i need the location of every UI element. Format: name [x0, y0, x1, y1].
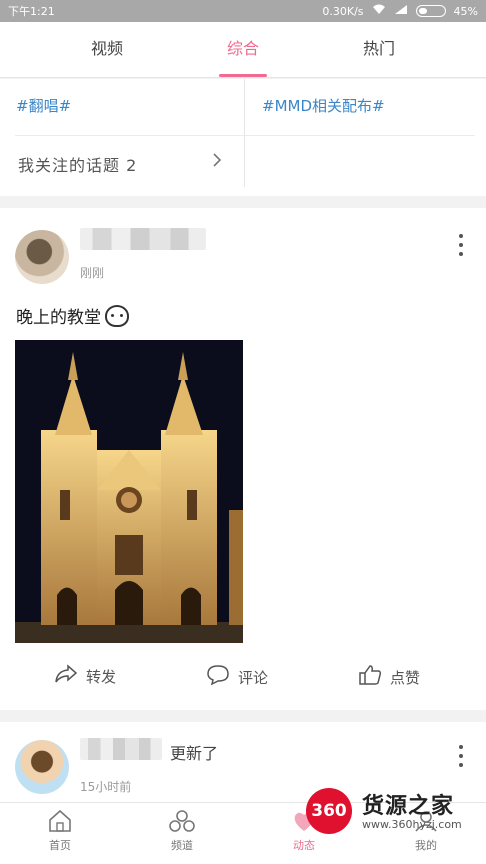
comment-button[interactable]: 评论: [206, 664, 268, 690]
watermark-url: www.360hyzj.com: [362, 818, 462, 831]
more-options-icon[interactable]: [455, 745, 467, 767]
topic-mmd[interactable]: #MMD相关配布#: [262, 95, 385, 116]
avatar[interactable]: [15, 230, 69, 284]
username-blurred[interactable]: [80, 228, 206, 250]
channel-icon: [152, 809, 212, 833]
signal-icon: [394, 4, 408, 18]
top-tabs: 视频 综合 热门: [0, 22, 486, 78]
topics-panel: #翻唱# #MMD相关配布# 我关注的话题 2: [0, 79, 486, 196]
post-time: 刚刚: [80, 266, 105, 280]
chevron-right-icon[interactable]: [212, 152, 222, 172]
nav-channel[interactable]: 频道: [152, 809, 212, 853]
post-time: 15小时前: [80, 780, 132, 794]
wifi-icon: [372, 4, 386, 18]
battery-icon: [415, 5, 446, 17]
share-label: 转发: [86, 667, 117, 686]
post-actions: 转发 评论 点赞: [0, 658, 486, 694]
topic-cover-singing[interactable]: #翻唱#: [16, 95, 71, 116]
post-text: 晚上的教堂: [16, 303, 129, 328]
status-time: 下午1:21: [8, 5, 55, 18]
comment-icon: [206, 664, 230, 690]
like-button[interactable]: 点赞: [358, 664, 420, 690]
home-icon: [30, 809, 90, 833]
battery-level: 45%: [453, 4, 478, 18]
nav-home[interactable]: 首页: [30, 809, 90, 853]
nav-channel-label: 频道: [171, 839, 193, 852]
topic-divider: [244, 79, 245, 187]
topic-divider-horizontal: [15, 135, 475, 136]
update-text: 更新了: [170, 744, 219, 763]
share-icon: [54, 664, 78, 688]
status-indicators: 0.30K/s 45%: [322, 4, 478, 18]
nav-home-label: 首页: [49, 839, 71, 852]
tab-video[interactable]: 视频: [39, 22, 175, 77]
network-speed: 0.30K/s: [322, 4, 364, 18]
thumbs-up-icon: [358, 664, 382, 690]
watermark: 360 货源之家 www.360hyzj.com: [306, 786, 486, 836]
watermark-title: 货源之家: [362, 794, 455, 819]
avatar[interactable]: [15, 740, 69, 794]
status-bar: 下午1:21 0.30K/s 45%: [0, 0, 486, 22]
post-caption: 晚上的教堂: [16, 308, 101, 328]
tab-general[interactable]: 综合: [175, 22, 311, 77]
tab-hot[interactable]: 热门: [311, 22, 447, 77]
comment-label: 评论: [238, 668, 269, 687]
post-card: 刚刚 晚上的教堂 转发 评论 点赞: [0, 208, 486, 710]
more-options-icon[interactable]: [455, 234, 467, 256]
emoji-icon: [105, 304, 129, 327]
post-image[interactable]: [15, 340, 243, 643]
nav-profile-label: 我的: [415, 839, 437, 852]
like-label: 点赞: [390, 668, 421, 687]
share-button[interactable]: 转发: [54, 664, 116, 688]
followed-topics-link[interactable]: 我关注的话题 2: [18, 152, 137, 176]
username-blurred[interactable]: [80, 738, 162, 760]
nav-moments-label: 动态: [293, 839, 315, 852]
watermark-logo: 360: [306, 788, 352, 834]
